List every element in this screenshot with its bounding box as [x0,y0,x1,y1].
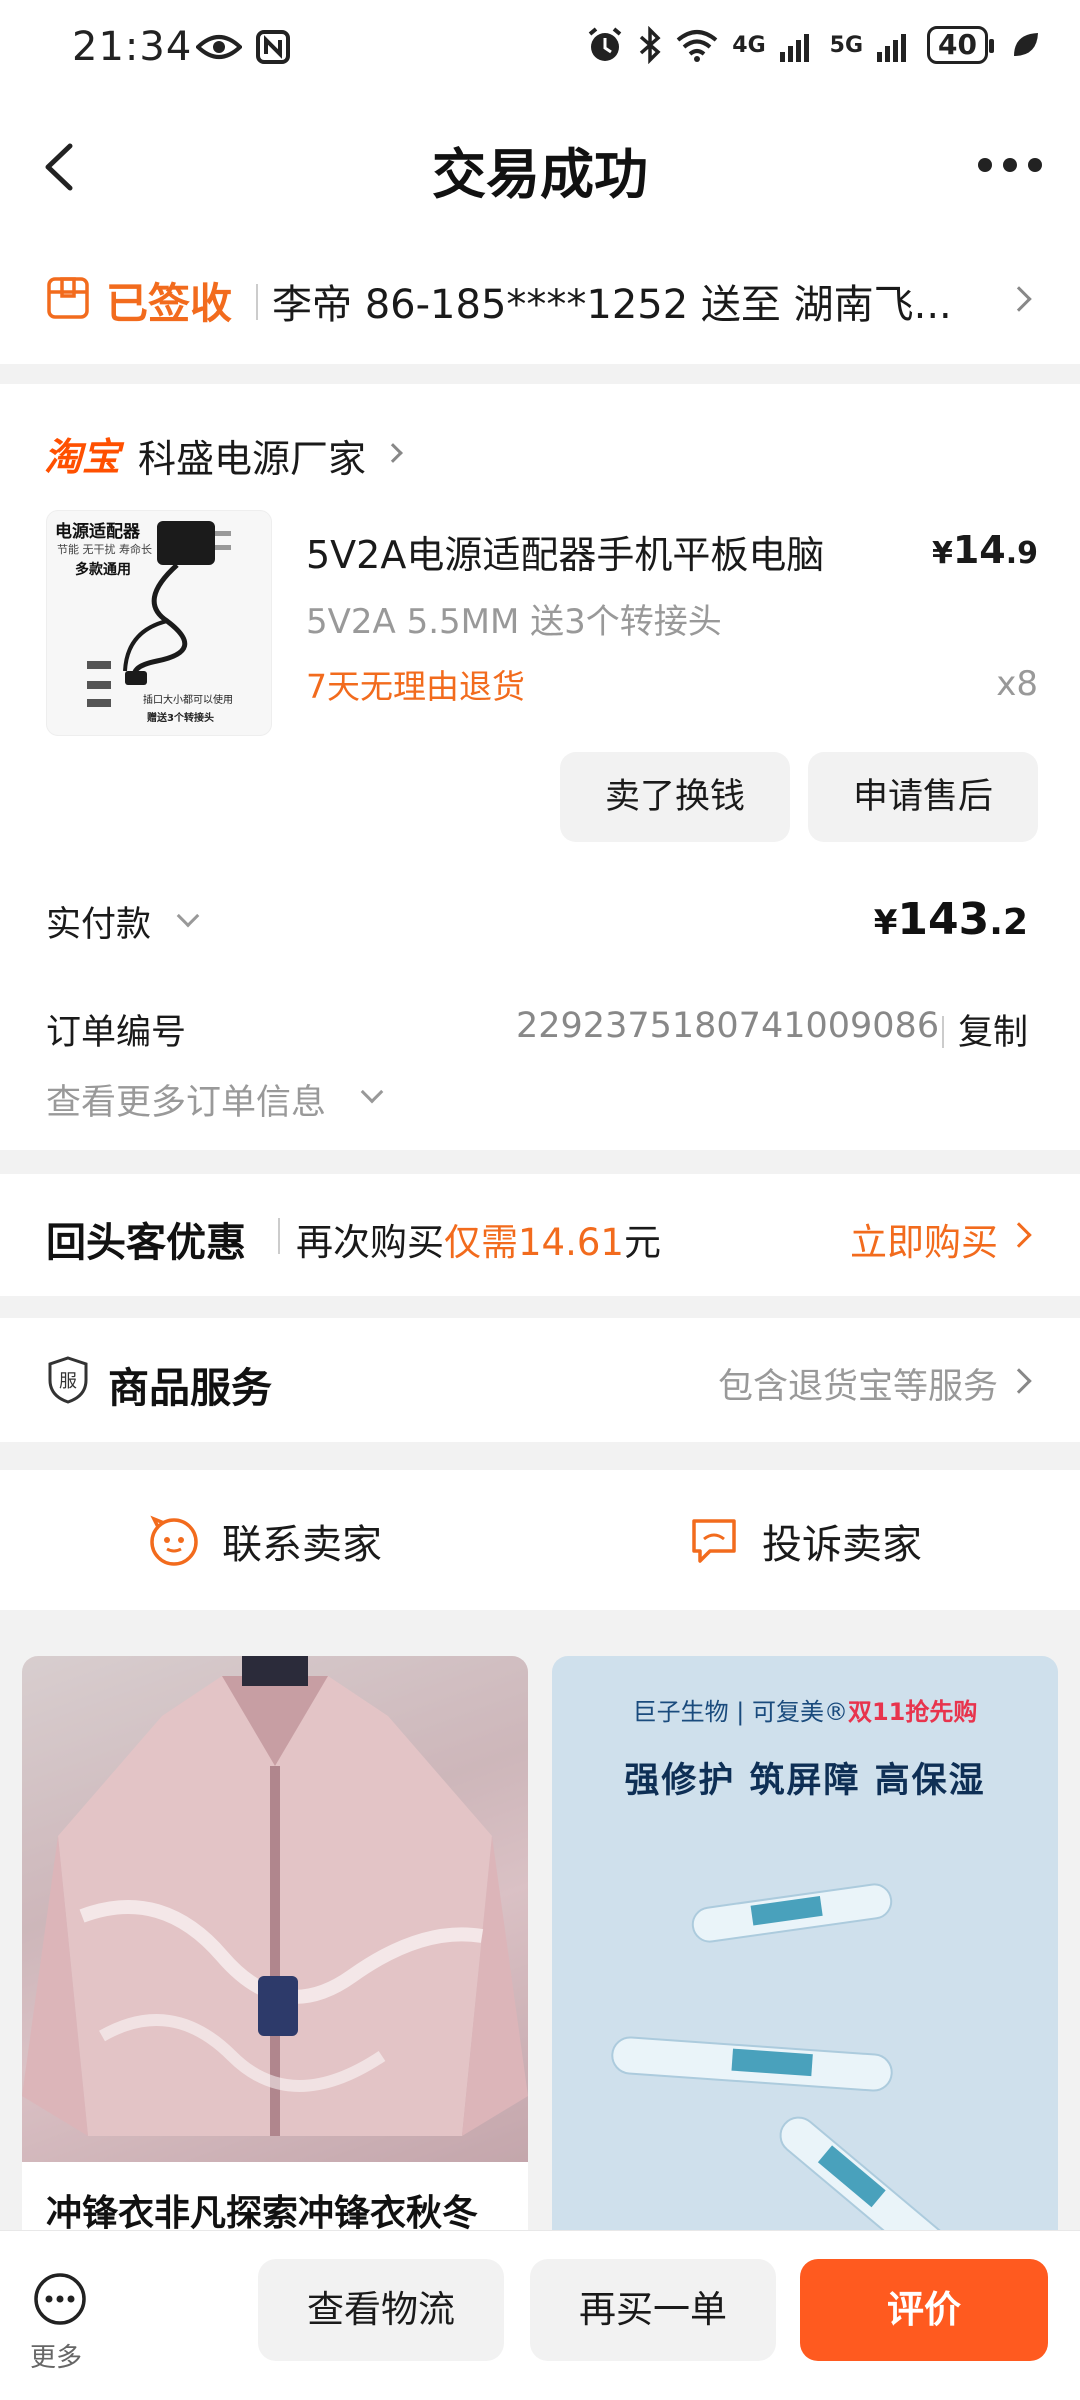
signal-5g-label: 5G [829,32,864,58]
product-image-note2: 赠送3个转接头 [147,713,214,724]
battery-indicator: 40 [927,26,994,64]
product-sku: 5V2A 5.5MM 送3个转接头 [306,602,722,642]
contact-card: 联系卖家 投诉卖家 [0,1470,1080,1610]
payment-label[interactable]: 实付款 [46,896,151,947]
signal-4g-icon [779,34,809,62]
price-symbol: ¥ [931,536,953,571]
returning-customer-card[interactable]: 回头客优惠 再次购买仅需14.61元 立即购买 [0,1174,1080,1296]
copy-button[interactable]: 复制 [958,1004,1028,1055]
jacket-illustration [22,1656,528,2162]
ad-brand-name: 巨子生物 | 可复美® [632,1698,848,1726]
offer-highlight: 仅需14.61 [444,1221,624,1264]
payment-dec: .2 [989,902,1028,943]
wifi-icon [676,30,718,62]
more-icon[interactable] [30,2269,90,2329]
payment-amount: ¥143.2 [874,894,1028,945]
divider [942,1016,944,1048]
status-bar: 21:34 4G 5G 40 [0,0,1080,100]
more-order-info-link[interactable]: 查看更多订单信息 [46,1074,326,1125]
more-options-icon[interactable] [978,158,1042,174]
price-int: 14 [952,528,1006,572]
order-card: 淘宝 科盛电源厂家 电源适配器 节能 无干扰 寿命长 多款通用 插口大小都可以使… [0,384,1080,1150]
complain-seller-button[interactable]: 投诉卖家 [688,1512,922,1570]
complain-seller-label: 投诉卖家 [762,1522,922,1568]
price-dec: .9 [1005,536,1038,571]
status-left-icons [196,30,290,64]
delivery-status: 已签收 [106,279,233,328]
page-header: 交易成功 [0,100,1080,234]
signal-5g-icon [877,34,907,62]
bottom-action-bar: 更多 查看物流 再买一单 评价 [0,2230,1080,2400]
status-time: 21:34 [72,24,193,70]
service-description: 包含退货宝等服务 [717,1367,998,1407]
buy-again-button[interactable]: 再买一单 [530,2259,776,2361]
service-title: 商品服务 [108,1364,272,1412]
view-logistics-button[interactable]: 查看物流 [258,2259,504,2361]
payment-int: 143 [897,894,990,945]
order-number-label: 订单编号 [46,1013,187,1053]
ad-brand: 巨子生物 | 可复美®双11抢先购 [552,1692,1058,1727]
shop-name-link[interactable]: 科盛电源厂家 [138,428,366,483]
chevron-down-icon[interactable] [360,1080,384,1104]
after-sale-button[interactable]: 申请售后 [808,752,1038,842]
signal-4g-label: 4G [732,32,766,58]
product-image-note: 插口大小都可以使用 [143,695,233,706]
returning-offer-text: 再次购买仅需14.61元 [296,1212,661,1266]
product-quantity: x8 [996,664,1038,704]
chevron-right-icon [1006,1222,1032,1248]
page-title: 交易成功 [432,143,648,206]
ad-slogan: 强修护 筑屏障 高保湿 [624,1761,986,1801]
more-label[interactable]: 更多 [30,2337,82,2374]
order-number: 2292375180741009086 [516,1006,940,1046]
taobao-logo: 淘宝 [44,435,121,479]
shield-icon: 服 [48,1356,88,1404]
payment-symbol: ¥ [873,903,898,943]
sell-button[interactable]: 卖了换钱 [560,752,790,842]
delivery-status-row[interactable]: 已签收 李帝 86-185****1252 送至 湖南飞... [0,234,1080,364]
return-policy-badge: 7天无理由退货 [306,667,525,706]
chat-face-icon [150,1515,198,1566]
alarm-icon [589,27,622,61]
offer-suffix: 元 [623,1221,661,1264]
leaf-icon [1014,33,1038,56]
nfc-icon [256,30,290,64]
product-title[interactable]: 5V2A电源适配器手机平板电脑 [306,524,824,579]
package-icon [47,277,89,319]
product-service-card[interactable]: 服 商品服务 包含退货宝等服务 [0,1318,1080,1442]
chevron-right-icon [383,443,403,463]
product-image[interactable]: 电源适配器 节能 无干扰 寿命长 多款通用 插口大小都可以使用 赠送3个转接头 [46,510,272,736]
contact-seller-label: 联系卖家 [222,1522,382,1568]
eye-icon [196,35,242,59]
product-image [22,1656,528,2162]
offer-prefix: 再次购买 [296,1221,444,1264]
chevron-down-icon[interactable] [176,904,200,928]
delivery-address: 李帝 86-185****1252 送至 湖南飞... [272,282,952,328]
bluetooth-icon [640,26,661,64]
buy-now-link[interactable]: 立即购买 [850,1212,998,1266]
status-right-icons: 4G 5G 40 [586,26,1040,64]
contact-seller-button[interactable]: 联系卖家 [148,1512,382,1570]
review-button[interactable]: 评价 [800,2259,1048,2361]
complaint-icon [692,1519,736,1563]
product-price: ¥14.9 [932,528,1038,572]
chevron-right-icon [1006,1368,1032,1394]
service-icon-label: 服 [59,1371,77,1392]
divider [278,1218,280,1254]
ad-brand-highlight: 双11抢先购 [847,1698,978,1726]
recommendation-title: 冲锋衣非凡探索冲锋衣秋冬 [46,2193,479,2234]
returning-title: 回头客优惠 [46,1220,246,1266]
divider [256,284,258,320]
